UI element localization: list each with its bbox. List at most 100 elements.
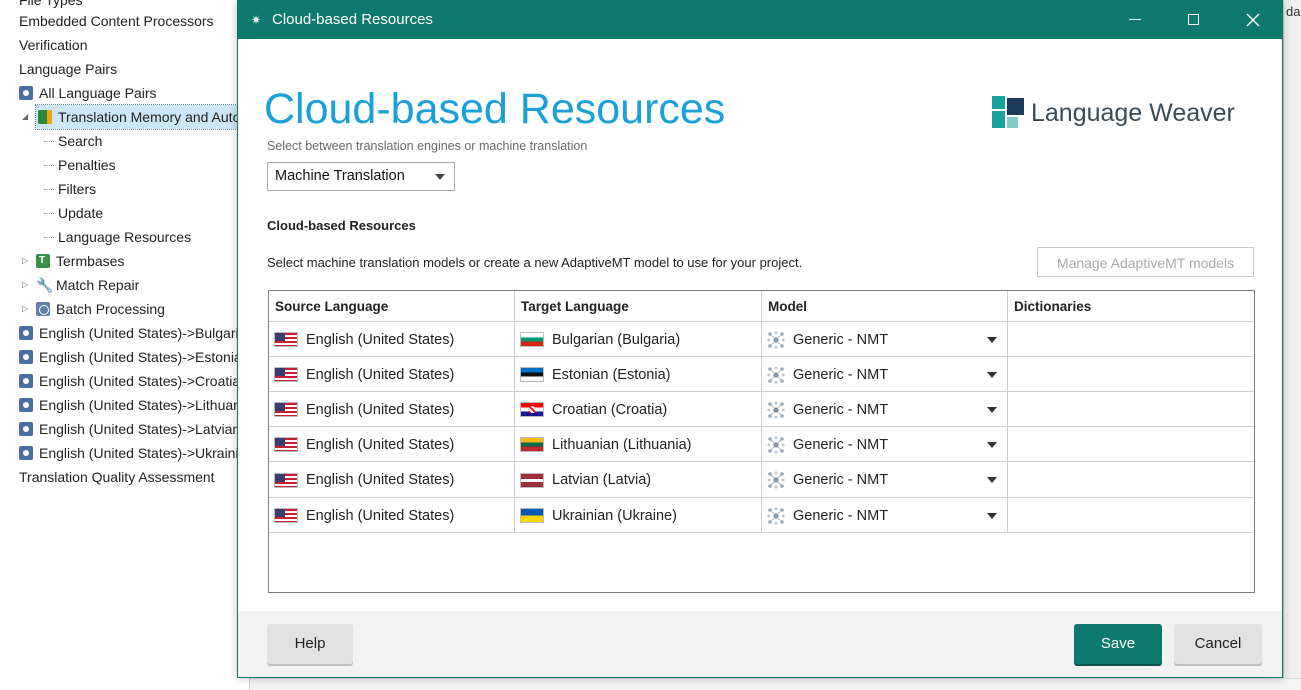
tree-item-search[interactable]: Search	[44, 129, 102, 153]
tree-item-match-repair[interactable]: ▷ 🔧 Match Repair	[22, 273, 139, 297]
tree-item-pair-lithuanian[interactable]: English (United States)->Lithuanian	[19, 393, 250, 417]
tree-item-label: Termbases	[56, 253, 125, 269]
resource-type-dropdown[interactable]: Machine Translation	[267, 162, 455, 191]
table-row[interactable]: English (United States) Ukrainian (Ukrai…	[269, 498, 1254, 533]
model-dropdown[interactable]: Generic - NMT	[762, 392, 1008, 427]
grid-header: Source Language Target Language Model Di…	[269, 291, 1254, 322]
tree-item-pair-latvian[interactable]: English (United States)->Latvian	[19, 417, 240, 441]
maximize-button[interactable]	[1170, 1, 1216, 39]
tree-item-label: Translation Quality Assessment	[19, 469, 215, 485]
table-row[interactable]: English (United States) Lithuanian (Lith…	[269, 427, 1254, 462]
source-cell: English (United States)	[269, 462, 515, 498]
ukraine-flag-icon	[520, 508, 544, 523]
dictionaries-cell[interactable]	[1008, 498, 1254, 533]
chevron-down-icon[interactable]	[987, 372, 997, 378]
us-flag-icon	[274, 508, 298, 523]
chevron-down-icon[interactable]	[987, 337, 997, 343]
close-button[interactable]	[1230, 1, 1276, 39]
app-gear-icon: ✷	[251, 13, 262, 27]
expand-arrow-icon[interactable]: ▷	[22, 297, 32, 321]
tree-item-verification[interactable]: Verification	[19, 33, 87, 57]
tm-icon	[38, 110, 52, 124]
bulgaria-flag-icon	[520, 332, 544, 347]
globe-icon	[19, 374, 33, 388]
tree-item-update[interactable]: Update	[44, 201, 103, 225]
table-row[interactable]: English (United States) Estonian (Estoni…	[269, 357, 1254, 392]
tree-item-pair-estonian[interactable]: English (United States)->Estonian	[19, 345, 249, 369]
tree-item-embedded-content-processors[interactable]: Embedded Content Processors	[19, 9, 214, 33]
close-icon	[1246, 13, 1260, 27]
tree-item-label: English (United States)->Lithuanian	[39, 397, 250, 413]
language-weaver-logo-icon	[992, 96, 1024, 128]
model-value: Generic - NMT	[793, 507, 889, 524]
help-button[interactable]: Help	[267, 624, 353, 664]
chevron-down-icon[interactable]	[987, 477, 997, 483]
tree-item-penalties[interactable]: Penalties	[44, 153, 116, 177]
tree-item-language-resources[interactable]: Language Resources	[44, 225, 191, 249]
section-description: Select machine translation models or cre…	[267, 255, 803, 270]
expand-arrow-icon[interactable]: ▷	[22, 249, 32, 273]
model-dropdown[interactable]: Generic - NMT	[762, 357, 1008, 392]
tree-item-translation-memory[interactable]: ◢ Translation Memory and Automated Trans…	[22, 104, 249, 130]
expand-arrow-icon[interactable]: ◢	[22, 105, 32, 129]
column-header-model[interactable]: Model	[762, 291, 1008, 322]
dictionaries-cell[interactable]	[1008, 357, 1254, 392]
dialog-footer: Help Save Cancel	[238, 611, 1282, 677]
globe-icon	[19, 446, 33, 460]
globe-icon	[19, 326, 33, 340]
target-cell: Lithuanian (Lithuania)	[515, 427, 762, 462]
model-dropdown[interactable]: Generic - NMT	[762, 462, 1008, 498]
tree-connector	[44, 236, 54, 238]
dialog-title-bar[interactable]: ✷ Cloud-based Resources	[238, 1, 1282, 39]
nmt-model-icon	[767, 471, 785, 489]
logo-wordmark: Language Weaver	[1031, 98, 1235, 127]
tree-item-all-language-pairs[interactable]: All Language Pairs	[19, 81, 157, 105]
tree-item-filters[interactable]: Filters	[44, 177, 96, 201]
tree-item-translation-quality-assessment[interactable]: Translation Quality Assessment	[19, 465, 215, 489]
model-value: Generic - NMT	[793, 366, 889, 383]
dictionaries-cell[interactable]	[1008, 322, 1254, 357]
section-title: Cloud-based Resources	[267, 218, 416, 233]
model-dropdown[interactable]: Generic - NMT	[762, 498, 1008, 533]
tree-item-label: Language Pairs	[19, 61, 118, 77]
chevron-down-icon[interactable]	[987, 442, 997, 448]
column-header-source[interactable]: Source Language	[269, 291, 515, 322]
manage-adaptivemt-button[interactable]: Manage AdaptiveMT models	[1037, 247, 1254, 277]
dictionaries-cell[interactable]	[1008, 427, 1254, 462]
croatia-flag-icon	[520, 402, 544, 417]
target-cell: Ukrainian (Ukraine)	[515, 498, 762, 533]
selected-highlight: Translation Memory and Automated Transla…	[35, 104, 249, 130]
tree-item-pair-ukrainian[interactable]: English (United States)->Ukrainian	[19, 441, 249, 465]
tree-item-pair-bulgarian[interactable]: English (United States)->Bulgarian	[19, 321, 249, 345]
tree-item-termbases[interactable]: ▷ Termbases	[22, 249, 124, 273]
background-clipped-text: da	[1286, 4, 1301, 19]
model-dropdown[interactable]: Generic - NMT	[762, 427, 1008, 462]
dialog-title: Cloud-based Resources	[272, 11, 433, 28]
table-row[interactable]: English (United States) Croatian (Croati…	[269, 392, 1254, 427]
save-button[interactable]: Save	[1074, 624, 1162, 664]
expand-arrow-icon[interactable]: ▷	[22, 273, 32, 297]
table-row[interactable]: English (United States) Bulgarian (Bulga…	[269, 322, 1254, 357]
nmt-model-icon	[767, 435, 785, 454]
estonia-flag-icon	[520, 367, 544, 382]
column-header-dictionaries[interactable]: Dictionaries	[1008, 291, 1254, 322]
globe-icon	[19, 398, 33, 412]
chevron-down-icon[interactable]	[987, 407, 997, 413]
tree-connector	[44, 164, 54, 166]
language-pairs-grid: Source Language Target Language Model Di…	[268, 290, 1255, 593]
maximize-icon	[1187, 14, 1199, 26]
resource-type-value: Machine Translation	[275, 168, 405, 184]
minimize-button[interactable]	[1112, 1, 1158, 39]
tree-item-pair-croatian[interactable]: English (United States)->Croatian	[19, 369, 248, 393]
table-row[interactable]: English (United States) Latvian (Latvia)…	[269, 462, 1254, 498]
model-dropdown[interactable]: Generic - NMT	[762, 322, 1008, 357]
target-language: Latvian (Latvia)	[552, 472, 652, 488]
source-language: English (United States)	[306, 436, 455, 453]
tree-item-batch-processing[interactable]: ▷ Batch Processing	[22, 297, 165, 321]
dictionaries-cell[interactable]	[1008, 392, 1254, 427]
dictionaries-cell[interactable]	[1008, 462, 1254, 498]
column-header-target[interactable]: Target Language	[515, 291, 762, 322]
cancel-button[interactable]: Cancel	[1174, 624, 1262, 664]
chevron-down-icon[interactable]	[987, 513, 997, 519]
tree-item-language-pairs[interactable]: Language Pairs	[19, 57, 117, 81]
